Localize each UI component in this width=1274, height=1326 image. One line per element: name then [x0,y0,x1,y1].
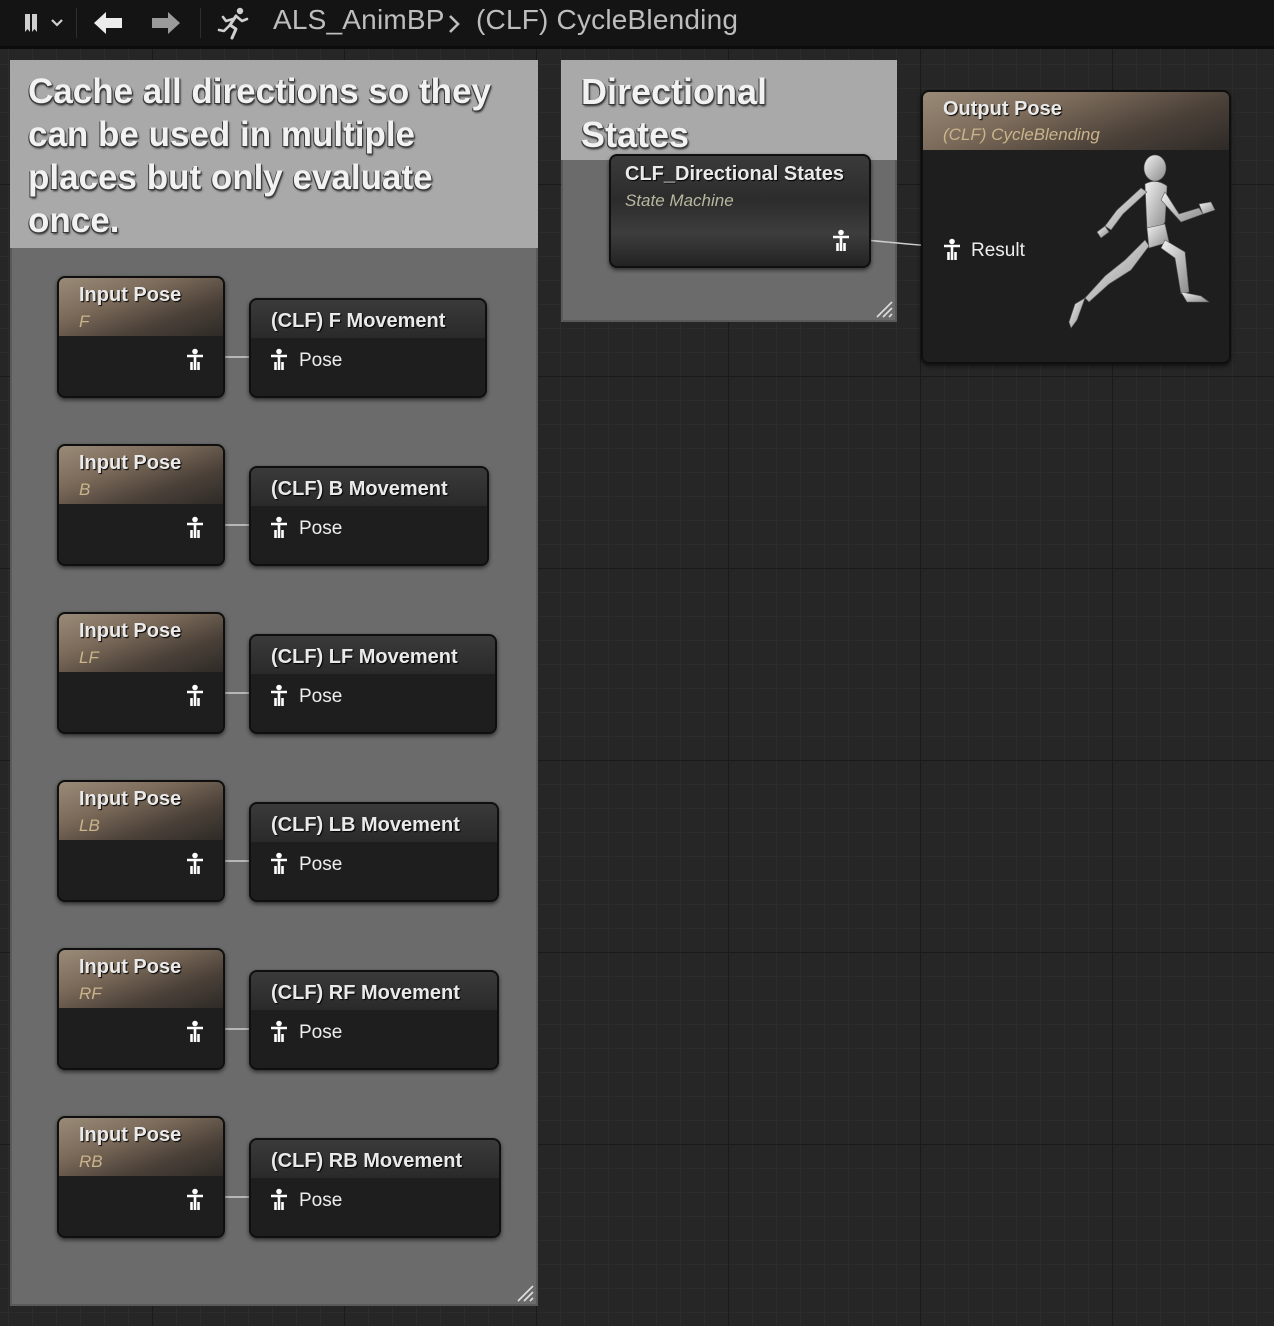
cached-pose-title: (CLF) LB Movement [271,814,460,836]
running-figure-icon [217,7,249,40]
input-pose-title: Input Pose [79,956,182,978]
pose-input-pin-icon[interactable] [269,516,289,540]
output-pose-title: Output Pose [943,98,1062,120]
breadcrumb-current[interactable]: (CLF) CycleBlending [476,4,738,36]
pose-output-pin-icon[interactable] [185,1188,205,1212]
cached-pose-title: (CLF) F Movement [271,310,446,332]
input-pose-title: Input Pose [79,620,182,642]
input-pose-subtitle: F [79,312,90,331]
result-pin-label: Result [971,240,1025,261]
state-machine-title: CLF_Directional States [625,163,844,185]
chevron-right-icon [449,15,460,33]
comment-title-directional: Directional States [561,60,897,160]
resize-handle-icon[interactable] [875,300,893,318]
breadcrumb-root[interactable]: ALS_AnimBP [273,4,445,36]
input-pose-subtitle: RF [79,984,102,1003]
pose-input-pin-icon[interactable] [269,1188,289,1212]
input-pose-node[interactable]: Input Pose RB [57,1116,225,1238]
save-cached-pose-node[interactable]: (CLF) RF Movement Pose [249,970,499,1070]
cached-pose-title: (CLF) RF Movement [271,982,460,1004]
input-pose-subtitle: RB [79,1152,103,1171]
forward-button[interactable] [146,0,186,46]
input-pose-node[interactable]: Input Pose LB [57,780,225,902]
input-pose-node[interactable]: Input Pose LF [57,612,225,734]
output-pose-subtitle: (CLF) CycleBlending [943,125,1100,144]
resize-handle-icon[interactable] [516,1284,534,1302]
bookmark-dropdown-button[interactable] [14,0,70,46]
cached-pose-title: (CLF) B Movement [271,478,448,500]
state-machine-subtitle: State Machine [625,191,734,210]
input-pose-subtitle: B [79,480,91,499]
cached-pose-title: (CLF) LF Movement [271,646,458,668]
pose-pin-label: Pose [299,1190,343,1211]
graph-toolbar: ALS_AnimBP (CLF) CycleBlending [0,0,1274,49]
pose-output-pin-icon[interactable] [185,516,205,540]
pose-pin-label: Pose [299,518,343,539]
result-input-pin-icon[interactable] [942,238,962,262]
save-cached-pose-node[interactable]: (CLF) F Movement Pose [249,298,487,398]
pose-output-pin-icon[interactable] [185,852,205,876]
pose-pin-label: Pose [299,854,343,875]
pose-input-pin-icon[interactable] [269,348,289,372]
arrow-left-icon [94,12,122,34]
input-pose-title: Input Pose [79,788,182,810]
mannequin-running-icon [1068,154,1216,329]
comment-title-cache: Cache all directions so they can be used… [10,60,538,248]
cached-pose-title: (CLF) RB Movement [271,1150,463,1172]
pose-pin-label: Pose [299,350,343,371]
pose-output-pin-icon[interactable] [831,229,851,253]
anim-graph-icon-button [212,0,256,46]
output-pose-node[interactable]: Output Pose (CLF) CycleBlending Result [921,90,1231,364]
toolbar-separator [76,8,77,38]
input-pose-node[interactable]: Input Pose B [57,444,225,566]
pose-input-pin-icon[interactable] [269,1020,289,1044]
input-pose-subtitle: LB [79,816,100,835]
input-pose-subtitle: LF [79,648,99,667]
bookmark-icon [25,14,63,32]
save-cached-pose-node[interactable]: (CLF) RB Movement Pose [249,1138,501,1238]
pose-output-pin-icon[interactable] [185,348,205,372]
input-pose-node[interactable]: Input Pose RF [57,948,225,1070]
toolbar-separator [200,8,201,38]
pose-pin-label: Pose [299,1022,343,1043]
pose-input-pin-icon[interactable] [269,852,289,876]
pose-output-pin-icon[interactable] [185,1020,205,1044]
input-pose-title: Input Pose [79,284,182,306]
input-pose-title: Input Pose [79,1124,182,1146]
input-pose-node[interactable]: Input Pose F [57,276,225,398]
input-pose-title: Input Pose [79,452,182,474]
pose-input-pin-icon[interactable] [269,684,289,708]
pose-output-pin-icon[interactable] [185,684,205,708]
save-cached-pose-node[interactable]: (CLF) LF Movement Pose [249,634,497,734]
state-machine-node[interactable]: CLF_Directional States State Machine [609,154,871,268]
arrow-right-icon [152,12,180,34]
save-cached-pose-node[interactable]: (CLF) LB Movement Pose [249,802,499,902]
back-button[interactable] [88,0,128,46]
pose-pin-label: Pose [299,686,343,707]
save-cached-pose-node[interactable]: (CLF) B Movement Pose [249,466,489,566]
